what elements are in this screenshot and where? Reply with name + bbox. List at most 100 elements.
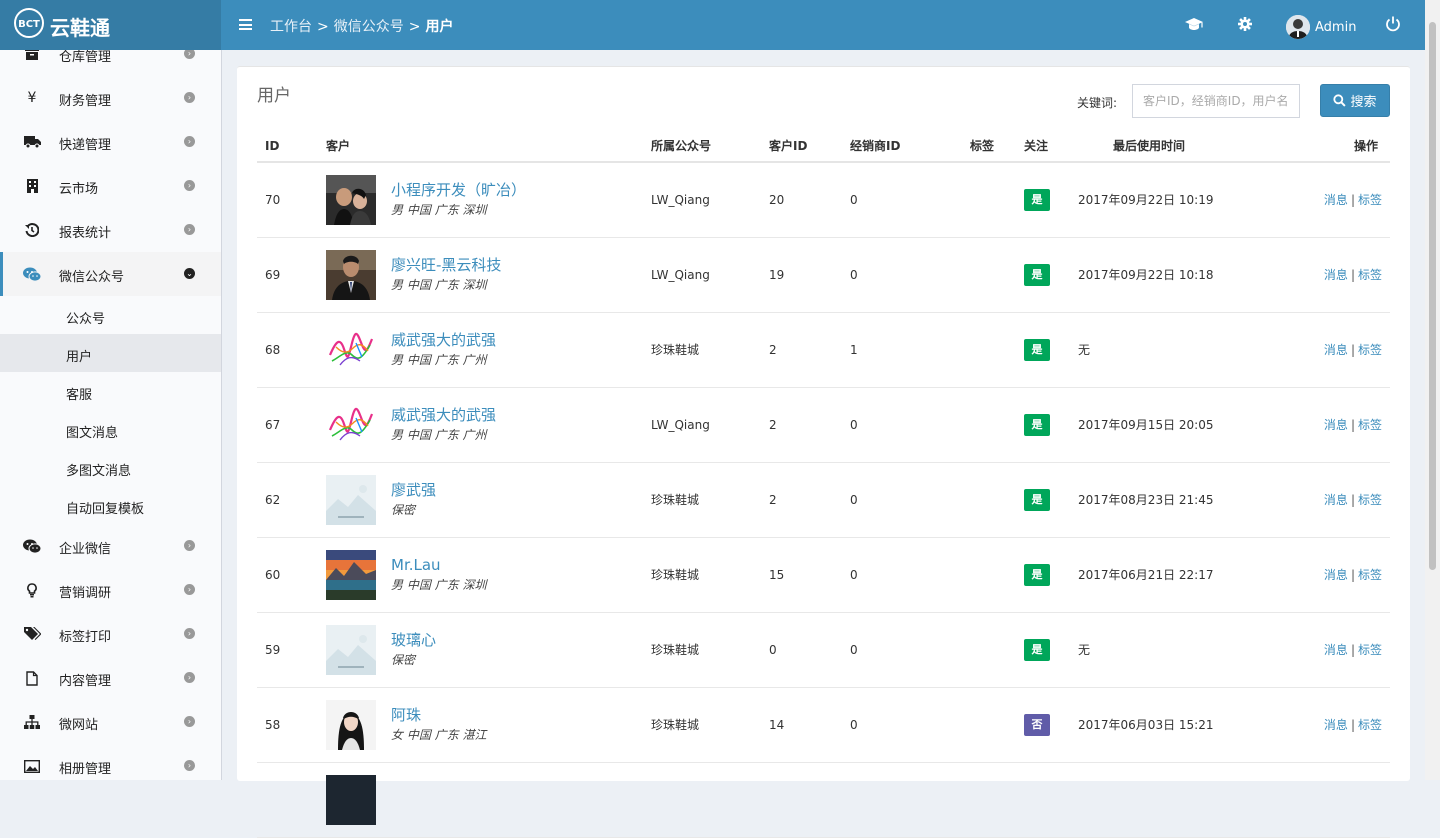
- status-badge: 是: [1024, 413, 1050, 436]
- cell-dealer-id: 0: [842, 537, 962, 613]
- sidebar-item-content[interactable]: 内容管理 ›: [0, 656, 221, 700]
- sidebar-item-finance[interactable]: ¥ 财务管理 ›: [0, 76, 221, 120]
- customer-name-link[interactable]: 威武强大的武强: [391, 406, 496, 425]
- submenu-item-multi-news-message[interactable]: 多图文消息: [0, 448, 221, 486]
- status-badge: 是: [1024, 263, 1050, 286]
- breadcrumb-item[interactable]: 微信公众号: [334, 19, 404, 35]
- page-scrollbar[interactable]: [1425, 0, 1440, 780]
- action-separator: |: [1350, 268, 1355, 282]
- cell-id: 67: [257, 387, 318, 463]
- customer-avatar[interactable]: [326, 324, 376, 375]
- message-link[interactable]: 消息: [1324, 193, 1348, 207]
- column-header-account[interactable]: 所属公众号: [643, 130, 761, 163]
- sidebar-item-reports[interactable]: 报表统计 ›: [0, 208, 221, 252]
- submenu-item-official-account[interactable]: 公众号: [0, 296, 221, 334]
- customer-name-link[interactable]: 廖兴旺-黑云科技: [391, 256, 501, 275]
- gear-icon[interactable]: [1235, 14, 1255, 34]
- message-link[interactable]: 消息: [1324, 268, 1348, 282]
- cell-actions: [1270, 762, 1390, 838]
- cell-tag: [962, 537, 1016, 613]
- customer-avatar[interactable]: [326, 549, 376, 600]
- tag-link[interactable]: 标签: [1358, 718, 1382, 732]
- cell-last-used: 2017年09月15日 20:05: [1070, 387, 1270, 463]
- chevron-right-icon: ›: [184, 672, 195, 683]
- submenu-item-news-message[interactable]: 图文消息: [0, 410, 221, 448]
- tag-link[interactable]: 标签: [1358, 343, 1382, 357]
- tag-link[interactable]: 标签: [1358, 643, 1382, 657]
- column-header-dealer-id[interactable]: 经销商ID: [842, 130, 962, 163]
- customer-name-link[interactable]: 玻璃心: [391, 631, 436, 650]
- tag-link[interactable]: 标签: [1358, 193, 1382, 207]
- submenu-label: 客服: [66, 388, 93, 403]
- column-header-customer[interactable]: 客户: [318, 130, 643, 163]
- customer-name-link[interactable]: 威武强大的武强: [391, 331, 496, 350]
- cell-dealer-id: [842, 762, 962, 838]
- customer-avatar[interactable]: [326, 474, 376, 525]
- chevron-down-icon: ⌄: [184, 268, 195, 279]
- scrollbar-thumb[interactable]: [1429, 22, 1436, 570]
- menu-toggle-icon[interactable]: [239, 19, 252, 30]
- search-input[interactable]: [1132, 84, 1300, 118]
- sidebar-item-album[interactable]: 相册管理 ›: [0, 744, 221, 780]
- sidebar-item-wechat-official[interactable]: 微信公众号 ⌄: [0, 252, 221, 296]
- customer-avatar[interactable]: [326, 174, 376, 225]
- customer-name-link[interactable]: Mr.Lau: [391, 556, 486, 575]
- customer-name-link[interactable]: 小程序开发（旷冶）: [391, 181, 526, 200]
- customer-name-link[interactable]: 廖武强: [391, 481, 436, 500]
- sidebar-item-micro-site[interactable]: 微网站 ›: [0, 700, 221, 744]
- customer-avatar[interactable]: [326, 249, 376, 300]
- submenu-item-customer-service[interactable]: 客服: [0, 372, 221, 410]
- sidebar-item-label: 快递管理: [59, 138, 112, 153]
- cell-last-used: 2017年09月22日 10:19: [1070, 162, 1270, 238]
- column-header-last-used[interactable]: 最后使用时间: [1070, 130, 1270, 163]
- column-header-actions: 操作: [1270, 130, 1390, 163]
- customer-avatar[interactable]: [326, 399, 376, 450]
- sidebar-item-label: 微信公众号: [59, 270, 125, 285]
- column-header-customer-id[interactable]: 客户ID: [761, 130, 842, 163]
- tag-link[interactable]: 标签: [1358, 568, 1382, 582]
- message-link[interactable]: 消息: [1324, 493, 1348, 507]
- sidebar-item-cloud-market[interactable]: 云市场 ›: [0, 164, 221, 208]
- status-badge: 是: [1024, 563, 1050, 586]
- sidebar-item-label-print[interactable]: 标签打印 ›: [0, 612, 221, 656]
- customer-info: 男 中国 广东 广州: [391, 428, 487, 442]
- user-menu[interactable]: Admin: [1286, 15, 1356, 39]
- graduation-cap-icon[interactable]: [1184, 14, 1204, 34]
- sidebar-item-express[interactable]: 快递管理 ›: [0, 120, 221, 164]
- customer-avatar[interactable]: [326, 624, 376, 675]
- cell-last-used: 无: [1070, 312, 1270, 388]
- action-separator: |: [1350, 193, 1355, 208]
- message-link[interactable]: 消息: [1324, 643, 1348, 657]
- submenu-item-auto-reply-template[interactable]: 自动回复模板: [0, 486, 221, 524]
- column-header-follow[interactable]: 关注: [1016, 130, 1070, 163]
- cell-account: 珍珠鞋城: [643, 312, 761, 388]
- cell-customer-id: 2: [761, 387, 842, 463]
- logo-bar[interactable]: BCT 云鞋通: [0, 0, 221, 50]
- breadcrumb-item[interactable]: 工作台: [270, 19, 312, 35]
- lightbulb-icon: [23, 582, 41, 598]
- power-icon[interactable]: [1383, 14, 1403, 34]
- customer-name-link[interactable]: 阿珠: [391, 706, 486, 725]
- column-header-tag[interactable]: 标签: [962, 130, 1016, 163]
- search-button[interactable]: 搜索: [1320, 84, 1390, 117]
- cell-dealer-id: 1: [842, 312, 962, 388]
- tag-link[interactable]: 标签: [1358, 493, 1382, 507]
- customer-info: 男 中国 广东 深圳: [391, 578, 487, 592]
- sidebar-item-marketing-research[interactable]: 营销调研 ›: [0, 568, 221, 612]
- message-link[interactable]: 消息: [1324, 418, 1348, 432]
- sidebar-item-enterprise-wechat[interactable]: 企业微信 ›: [0, 524, 221, 568]
- submenu-label: 图文消息: [66, 426, 119, 441]
- sidebar-item-label: 财务管理: [59, 94, 112, 109]
- column-header-id[interactable]: ID: [257, 130, 318, 163]
- message-link[interactable]: 消息: [1324, 343, 1348, 357]
- tag-link[interactable]: 标签: [1358, 418, 1382, 432]
- submenu-item-users[interactable]: 用户: [0, 334, 221, 372]
- cell-id: [257, 762, 318, 838]
- message-link[interactable]: 消息: [1324, 568, 1348, 582]
- cell-dealer-id: 0: [842, 237, 962, 313]
- customer-avatar[interactable]: [326, 699, 376, 750]
- tag-link[interactable]: 标签: [1358, 268, 1382, 282]
- breadcrumb-current: 用户: [425, 19, 454, 35]
- customer-avatar[interactable]: [326, 774, 376, 825]
- message-link[interactable]: 消息: [1324, 718, 1348, 732]
